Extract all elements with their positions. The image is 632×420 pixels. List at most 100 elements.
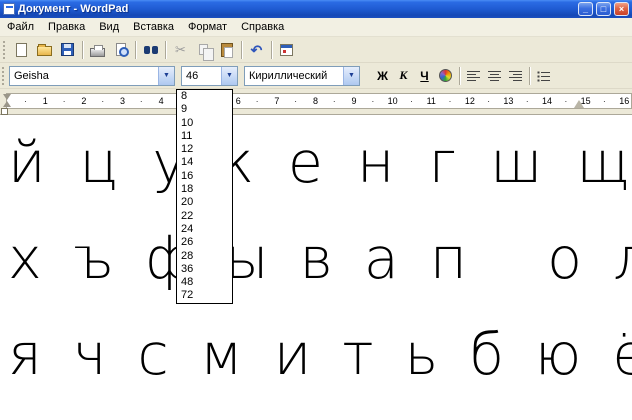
close-button[interactable]: × xyxy=(614,2,629,16)
ruler-tick: 3 xyxy=(103,94,142,108)
ruler-tick: 8 xyxy=(296,94,335,108)
ruler-tick: 14 xyxy=(528,94,567,108)
font-size-option[interactable]: 18 xyxy=(177,183,232,196)
font-size-option[interactable]: 24 xyxy=(177,223,232,236)
maximize-button[interactable]: □ xyxy=(596,2,611,16)
ruler-tick: 11 xyxy=(412,94,451,108)
save-button[interactable] xyxy=(56,39,79,61)
toolbar-grip[interactable] xyxy=(3,41,7,59)
save-floppy-icon xyxy=(61,43,74,56)
menu-item[interactable]: Справка xyxy=(234,19,291,35)
italic-button[interactable]: К xyxy=(393,65,414,86)
font-name-value: Geisha xyxy=(10,70,158,82)
standard-toolbar: ✂ ↶ xyxy=(0,37,632,63)
wordpad-app-icon xyxy=(3,3,15,15)
font-size-option[interactable]: 14 xyxy=(177,156,232,169)
color-palette-icon xyxy=(439,69,452,82)
menu-item[interactable]: Формат xyxy=(181,19,234,35)
chevron-down-icon[interactable]: ▼ xyxy=(221,67,237,85)
font-name-combo[interactable]: Geisha ▼ xyxy=(9,66,175,86)
ruler-tick: 13 xyxy=(489,94,528,108)
paste-button[interactable] xyxy=(215,39,238,61)
document-text-line: ячсмитьбюё xyxy=(0,307,632,403)
font-size-dropdown-list: 891011121416182022242628364872 xyxy=(176,89,233,304)
document-text-line: хъфывап олд xyxy=(0,211,632,307)
font-size-combo[interactable]: 46 ▼ xyxy=(181,66,238,86)
align-left-icon xyxy=(467,70,480,82)
ruler-tick: 10 xyxy=(373,94,412,108)
font-size-option[interactable]: 26 xyxy=(177,236,232,249)
font-size-option[interactable]: 16 xyxy=(177,170,232,183)
cut-button[interactable]: ✂ xyxy=(169,39,192,61)
font-size-value: 46 xyxy=(182,70,221,82)
printer-icon xyxy=(90,48,105,57)
menu-bar: ФайлПравкаВидВставкаФорматСправка xyxy=(0,18,632,37)
toolbar-separator xyxy=(241,41,242,59)
font-size-option[interactable]: 8 xyxy=(177,90,232,103)
bullets-button[interactable] xyxy=(533,65,554,86)
document-edit-area[interactable]: йцукенгшщш хъфывап олд ячсмитьбюё xyxy=(0,114,632,420)
hanging-indent-marker[interactable] xyxy=(3,101,11,107)
font-size-option[interactable]: 20 xyxy=(177,196,232,209)
clipboard-icon xyxy=(221,43,233,57)
font-size-option[interactable]: 11 xyxy=(177,130,232,143)
menu-item[interactable]: Файл xyxy=(0,19,41,35)
ruler-tick: 7 xyxy=(258,94,297,108)
align-right-button[interactable] xyxy=(505,65,526,86)
underline-button[interactable]: Ч xyxy=(414,65,435,86)
new-document-icon xyxy=(16,43,27,57)
toolbar-separator xyxy=(82,41,83,59)
chevron-down-icon[interactable]: ▼ xyxy=(343,67,359,85)
font-size-option[interactable]: 9 xyxy=(177,103,232,116)
ruler-tick: 12 xyxy=(451,94,490,108)
minimize-button[interactable]: _ xyxy=(578,2,593,16)
ruler-row: 12345678910111213141516 xyxy=(0,89,632,114)
date-time-button[interactable] xyxy=(275,39,298,61)
find-button[interactable] xyxy=(139,39,162,61)
print-preview-button[interactable] xyxy=(109,39,132,61)
new-document-button[interactable] xyxy=(10,39,33,61)
window-title: Документ - WordPad xyxy=(18,3,575,15)
font-size-option[interactable]: 10 xyxy=(177,117,232,130)
font-size-option[interactable]: 36 xyxy=(177,263,232,276)
binoculars-icon xyxy=(143,45,159,55)
right-indent-marker[interactable] xyxy=(574,100,584,108)
menu-item[interactable]: Вставка xyxy=(126,19,181,35)
undo-button[interactable]: ↶ xyxy=(245,39,268,61)
copy-button[interactable] xyxy=(192,39,215,61)
bullet-list-icon xyxy=(537,70,550,82)
open-folder-icon xyxy=(37,46,52,56)
print-preview-icon xyxy=(116,43,126,56)
font-size-option[interactable]: 72 xyxy=(177,289,232,302)
align-center-button[interactable] xyxy=(484,65,505,86)
charset-value: Кириллический xyxy=(245,70,343,82)
ruler-tick: 4 xyxy=(142,94,181,108)
font-size-option[interactable]: 12 xyxy=(177,143,232,156)
font-color-button[interactable] xyxy=(435,65,456,86)
toolbar-separator xyxy=(271,41,272,59)
formatbar-grip[interactable] xyxy=(2,67,6,85)
title-bar: Документ - WordPad _ □ × xyxy=(0,0,632,18)
scissors-icon: ✂ xyxy=(175,42,186,58)
document-text-line: йцукенгшщш xyxy=(0,115,632,211)
date-time-icon xyxy=(280,44,293,56)
copy-icon xyxy=(199,44,208,55)
open-button[interactable] xyxy=(33,39,56,61)
print-button[interactable] xyxy=(86,39,109,61)
ruler-tick: 1 xyxy=(26,94,65,108)
font-size-option[interactable]: 28 xyxy=(177,250,232,263)
first-line-indent-marker[interactable] xyxy=(3,94,11,100)
bold-button[interactable]: Ж xyxy=(372,65,393,86)
charset-combo[interactable]: Кириллический ▼ xyxy=(244,66,360,86)
font-size-option[interactable]: 48 xyxy=(177,276,232,289)
formatbar-separator xyxy=(529,67,530,85)
chevron-down-icon[interactable]: ▼ xyxy=(158,67,174,85)
menu-item[interactable]: Правка xyxy=(41,19,92,35)
ruler-tick: 2 xyxy=(65,94,104,108)
align-left-button[interactable] xyxy=(463,65,484,86)
menu-item[interactable]: Вид xyxy=(92,19,126,35)
formatbar-separator xyxy=(459,67,460,85)
tab-stop-selector[interactable] xyxy=(1,108,8,115)
toolbar-separator xyxy=(135,41,136,59)
font-size-option[interactable]: 22 xyxy=(177,210,232,223)
